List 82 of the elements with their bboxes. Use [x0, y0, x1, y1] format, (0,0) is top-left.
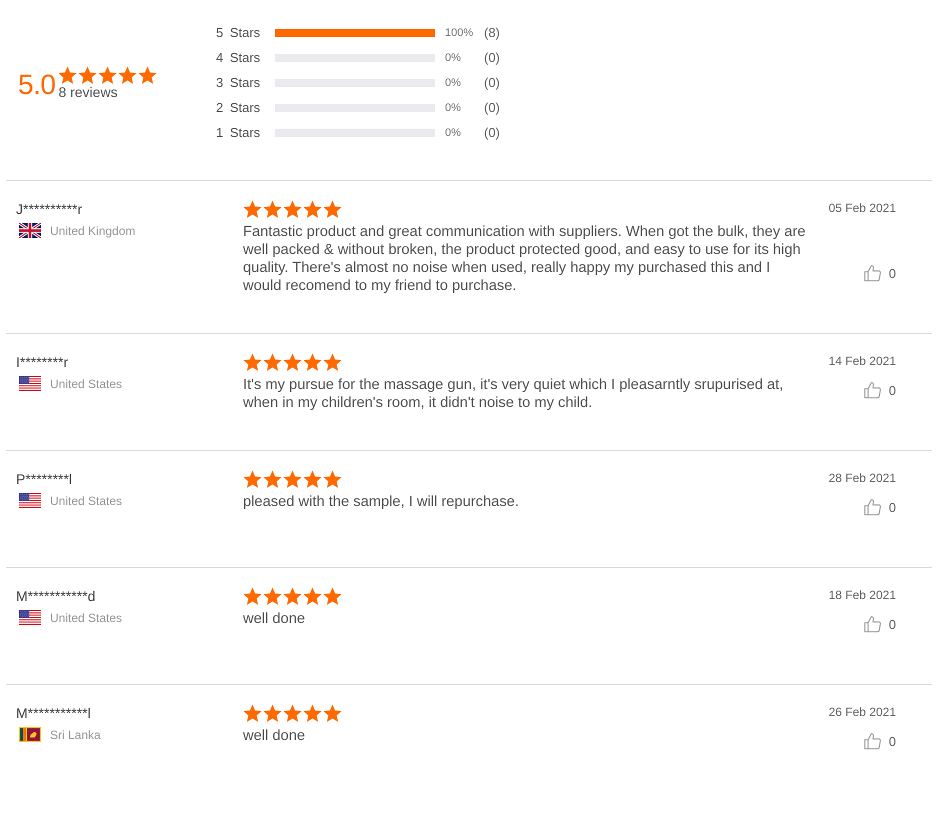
star-icon	[58, 66, 78, 85]
star-icon	[283, 470, 302, 489]
thumbs-up-icon	[864, 381, 882, 399]
country-label: Sri Lanka	[50, 728, 101, 742]
count-label: (8)	[484, 25, 500, 40]
star-icon	[243, 704, 262, 723]
review-date: 28 Feb 2021	[828, 470, 896, 486]
star-icon	[303, 353, 322, 372]
count-label: (0)	[484, 50, 500, 65]
count-label: (0)	[484, 100, 500, 115]
star-level-label: 3 Stars	[216, 75, 262, 90]
reviewer-name: M***********d	[16, 587, 96, 605]
country-label: United Kingdom	[50, 224, 136, 238]
star-icon	[323, 353, 342, 372]
like-button[interactable]: 0	[864, 732, 896, 750]
star-icon	[243, 353, 262, 372]
review-text: pleased with the sample, I will repurchase.	[243, 493, 519, 511]
percent-label: 0%	[445, 126, 462, 138]
country-label: United States	[50, 376, 122, 390]
review-date: 14 Feb 2021	[828, 353, 896, 369]
like-button[interactable]: 0	[864, 615, 896, 633]
like-button[interactable]: 0	[864, 264, 896, 282]
star-icon	[283, 353, 302, 372]
percent-label: 0%	[445, 76, 462, 88]
count-label: (0)	[484, 125, 500, 140]
uk-flag-icon	[19, 223, 41, 238]
percent-label: 0%	[445, 102, 462, 114]
star-icon	[263, 587, 282, 606]
star-level-label: 5 Stars	[216, 25, 262, 40]
star-icon	[243, 587, 262, 606]
percent-label: 0%	[445, 52, 462, 64]
review-date: 18 Feb 2021	[828, 587, 896, 603]
star-level-label: 4 Stars	[216, 50, 262, 65]
star-icon	[323, 200, 342, 219]
us-flag-icon	[19, 493, 41, 508]
like-button[interactable]: 0	[864, 381, 896, 399]
star-icon	[323, 704, 342, 723]
star-level-label: 1 Stars	[216, 125, 262, 140]
star-icon	[263, 704, 282, 723]
thumbs-up-icon	[864, 498, 882, 516]
review-text: Fantastic product and great communication with suppliers. When got the bulk, they are well packed & without broken, the product protected good, and easy to use for its high quality. There's almost no noise when used, really happy my purchased this and I would recomend to my friend to purchase.	[243, 223, 806, 295]
count-label: (0)	[484, 75, 500, 90]
thumbs-up-icon	[864, 615, 882, 633]
star-icon	[323, 470, 342, 489]
reviewer-name: M***********l	[16, 704, 91, 722]
star-icon	[303, 200, 322, 219]
star-icon	[78, 66, 98, 85]
review-date: 26 Feb 2021	[828, 704, 896, 720]
review-date: 05 Feb 2021	[828, 200, 896, 216]
star-icon	[283, 587, 302, 606]
star-icon	[263, 470, 282, 489]
star-icon	[283, 704, 302, 723]
star-icon	[263, 200, 282, 219]
reviewer-name: J**********r	[16, 200, 82, 218]
star-icon	[263, 353, 282, 372]
review-text: It's my pursue for the massage gun, it's very quiet which I pleasarntly srupurised at, when in my children's room, it didn't noise to my child.	[243, 376, 784, 412]
rating-score: 5.0	[18, 70, 56, 99]
star-icon	[303, 704, 322, 723]
review-text: well done	[243, 610, 306, 628]
review-text: well done	[243, 727, 306, 745]
like-button[interactable]: 0	[864, 498, 896, 516]
star-icon	[138, 66, 158, 85]
country-label: United States	[50, 610, 122, 624]
reviewer-name: I********r	[16, 353, 68, 371]
star-level-label: 2 Stars	[216, 100, 262, 115]
star-icon	[283, 200, 302, 219]
star-icon	[118, 66, 138, 85]
star-icon	[303, 587, 322, 606]
percent-label: 100%	[445, 26, 474, 38]
review-count: 8 reviews	[58, 85, 118, 99]
star-icon	[323, 587, 342, 606]
reviewer-name: P********l	[16, 470, 72, 488]
country-label: United States	[50, 494, 122, 508]
thumbs-up-icon	[864, 264, 882, 282]
star-icon	[243, 200, 262, 219]
star-icon	[98, 66, 118, 85]
sri-lanka-flag-icon	[19, 727, 41, 742]
us-flag-icon	[19, 376, 41, 391]
star-icon	[303, 470, 322, 489]
thumbs-up-icon	[864, 732, 882, 750]
star-icon	[243, 470, 262, 489]
us-flag-icon	[19, 610, 41, 625]
